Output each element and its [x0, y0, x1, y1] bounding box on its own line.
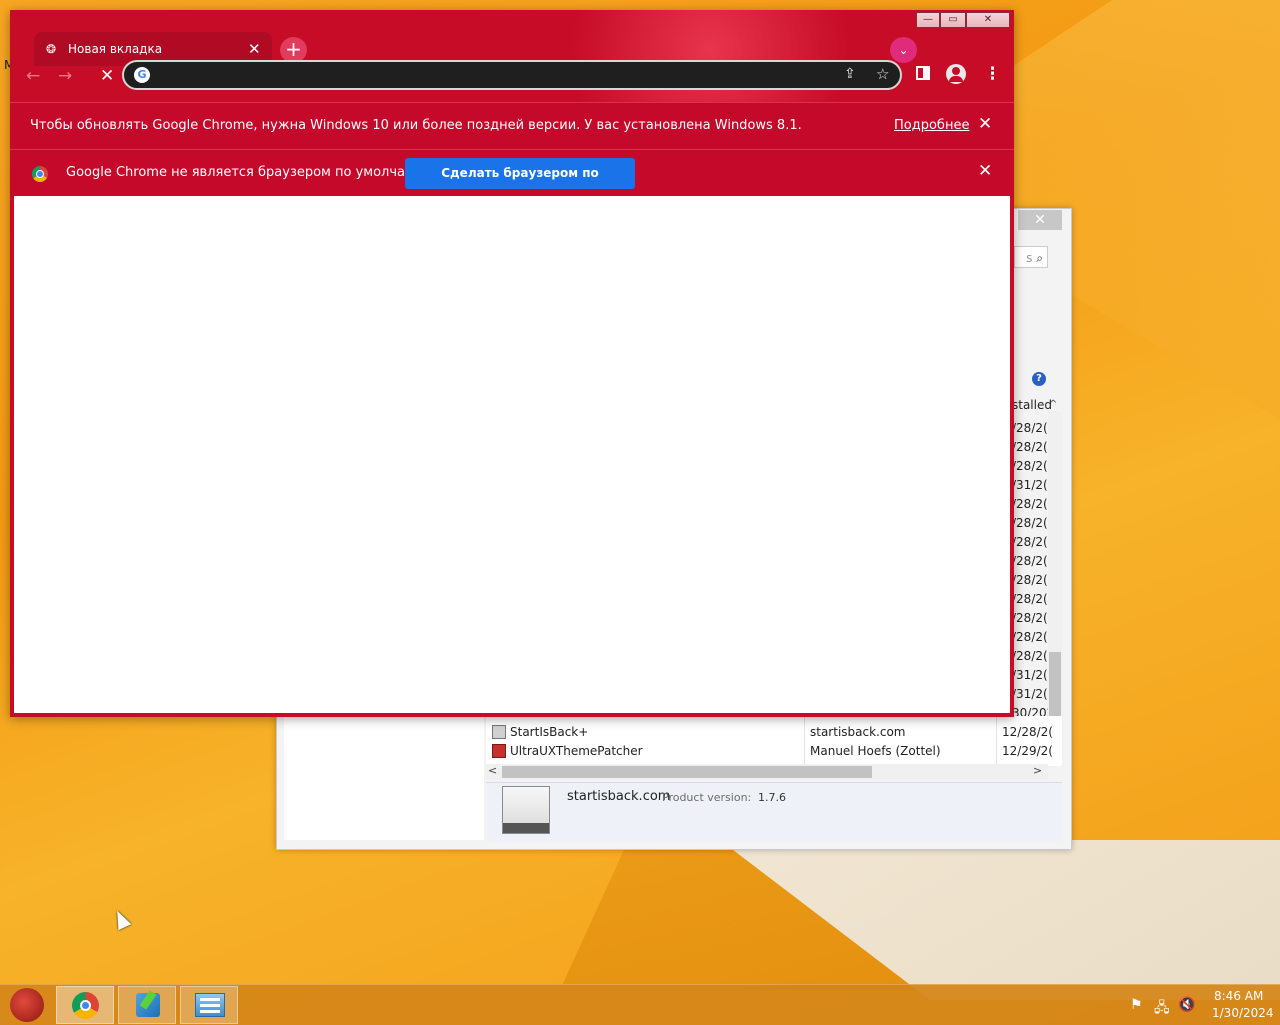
program-name: UltraUXThemePatcher: [510, 744, 643, 758]
infobar-close-icon[interactable]: ✕: [978, 161, 992, 181]
column-header-installed[interactable]: stalled: [1012, 398, 1052, 412]
clock-time[interactable]: 8:46 AM: [1214, 989, 1263, 1003]
bookmark-star-icon[interactable]: ☆: [876, 65, 889, 83]
installed-date: /28/2(: [1012, 535, 1048, 549]
default-browser-text: Google Chrome не является браузером по у…: [66, 165, 438, 180]
installed-date: /28/2(: [1012, 592, 1048, 606]
chrome-logo-icon: [32, 166, 48, 182]
installed-date: /28/2(: [1012, 630, 1048, 644]
installed-date: /28/2(: [1012, 516, 1048, 530]
program-publisher: startisback.com: [810, 725, 906, 739]
installed-date: /31/2(: [1012, 687, 1048, 701]
horizontal-scrollbar-thumb[interactable]: [502, 766, 872, 778]
program-installed: 12/29/2(: [1002, 744, 1053, 758]
network-icon[interactable]: 🖧: [1154, 997, 1170, 1021]
profile-avatar-icon[interactable]: [946, 64, 966, 84]
installed-date: /31/2(: [1012, 668, 1048, 682]
installed-date: /31/2(: [1012, 478, 1048, 492]
page-content[interactable]: [14, 196, 1010, 713]
share-icon[interactable]: ⇪: [844, 66, 856, 82]
chrome-menu-icon[interactable]: ⋮: [984, 64, 1001, 84]
installed-date: /28/2(: [1012, 421, 1048, 435]
taskbar-item-control-panel[interactable]: [180, 986, 238, 1024]
update-infobar-text: Чтобы обновлять Google Chrome, нужна Win…: [30, 118, 802, 133]
installed-date: /28/2(: [1012, 440, 1048, 454]
installed-date: /28/2(: [1012, 611, 1048, 625]
tab-title: Новая вкладка: [68, 42, 163, 56]
chrome-window: — ▭ ✕ ❂ Новая вкладка ✕ + ⌄ ← → ✕ G ⇪ ☆ …: [10, 10, 1014, 717]
action-center-flag-icon[interactable]: ⚑: [1130, 997, 1143, 1013]
sort-arrow-icon: ^: [1049, 399, 1058, 410]
back-button[interactable]: ←: [26, 66, 40, 86]
programs-left-pane: [284, 716, 484, 840]
address-bar[interactable]: G ⇪ ☆: [122, 60, 902, 90]
help-icon[interactable]: ?: [1032, 372, 1046, 386]
learn-more-link[interactable]: Подробнее: [894, 118, 969, 133]
start-button[interactable]: [10, 988, 44, 1022]
programs-close-button[interactable]: ✕: [1018, 210, 1062, 230]
chrome-icon: [72, 992, 99, 1019]
forward-button[interactable]: →: [58, 66, 72, 86]
default-browser-infobar: Google Chrome не является браузером по у…: [10, 149, 1014, 211]
taskbar-item-chrome[interactable]: [56, 986, 114, 1024]
program-installed: 12/28/2(: [1002, 725, 1053, 739]
installed-dates-column: /28/2( /28/2( /28/2( /31/2( /28/2( /28/2…: [1012, 419, 1048, 723]
google-icon: G: [134, 67, 150, 83]
program-name: StartIsBack+: [510, 725, 589, 739]
side-panel-icon[interactable]: [916, 66, 930, 80]
program-large-icon: [502, 786, 550, 834]
details-version-value: 1.7.6: [758, 791, 786, 804]
installed-date: /28/2(: [1012, 459, 1048, 473]
program-publisher: Manuel Hoefs (Zottel): [810, 744, 941, 758]
volume-muted-icon[interactable]: 🔇: [1178, 997, 1195, 1013]
scroll-right-icon[interactable]: >: [1033, 764, 1042, 777]
installed-date: /28/2(: [1012, 554, 1048, 568]
infobar-close-icon[interactable]: ✕: [978, 114, 992, 134]
details-publisher: startisback.com: [567, 789, 671, 804]
scroll-left-icon[interactable]: <: [488, 764, 497, 777]
taskbar-item-setup[interactable]: [118, 986, 176, 1024]
programs-search-input[interactable]: s ⌕: [1014, 246, 1048, 268]
update-infobar: Чтобы обновлять Google Chrome, нужна Win…: [10, 102, 1014, 149]
program-icon: [492, 744, 506, 758]
tab-search-button[interactable]: ⌄: [890, 37, 917, 63]
installed-date: /28/2(: [1012, 497, 1048, 511]
set-default-browser-button[interactable]: Сделать браузером по умолчанию: [405, 158, 635, 211]
stop-loading-button[interactable]: ✕: [100, 66, 114, 86]
table-row[interactable]: StartIsBack+ startisback.com 12/28/2(: [490, 723, 1053, 742]
minimize-button[interactable]: —: [916, 12, 940, 28]
tab-close-icon[interactable]: ✕: [248, 40, 261, 58]
table-row[interactable]: UltraUXThemePatcher Manuel Hoefs (Zottel…: [490, 742, 1053, 761]
close-window-button[interactable]: ✕: [966, 12, 1010, 28]
search-fragment: s: [1026, 251, 1033, 265]
control-panel-icon: [195, 993, 225, 1017]
installed-date: /28/2(: [1012, 649, 1048, 663]
tab-loading-icon: ❂: [46, 42, 57, 56]
clock-date[interactable]: 1/30/2024: [1212, 1006, 1274, 1020]
program-icon: [492, 725, 506, 739]
mouse-cursor-icon: [110, 907, 132, 931]
taskbar: ⚑ 🖧 🔇 8:46 AM 1/30/2024: [0, 984, 1280, 1025]
maximize-button[interactable]: ▭: [940, 12, 966, 28]
setup-icon: [136, 993, 160, 1017]
details-version-label: Product version:: [662, 791, 752, 804]
search-icon: ⌕: [1036, 251, 1043, 265]
installed-date: /28/2(: [1012, 573, 1048, 587]
